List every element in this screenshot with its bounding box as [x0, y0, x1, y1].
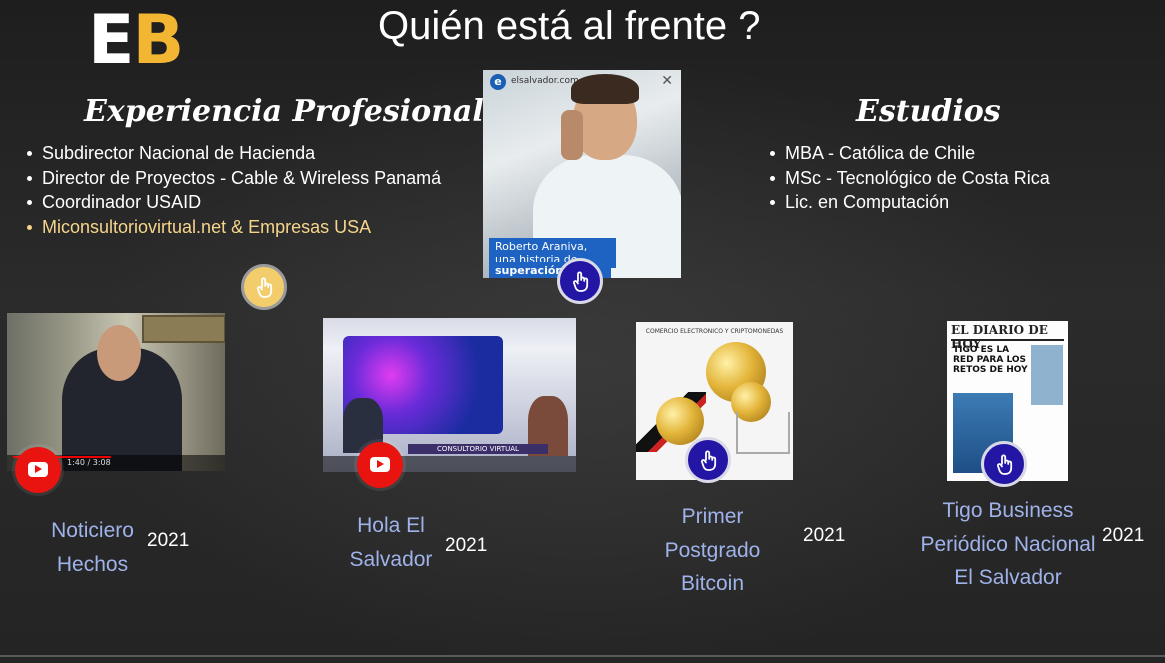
- media-year: 2021: [1102, 525, 1145, 546]
- studies-item: MSc - Tecnológico de Costa Rica: [767, 166, 1050, 191]
- bitcoin-coin-icon: [656, 397, 704, 445]
- experience-item-link[interactable]: Miconsultoriovirtual.net & Empresas USA: [24, 215, 441, 240]
- masthead-rule: [951, 339, 1064, 341]
- tap-icon[interactable]: [557, 258, 603, 304]
- media-caption-bitcoin: Primer Postgrado Bitcoin: [664, 505, 761, 595]
- bottom-divider: [0, 655, 1165, 657]
- profile-phone: [561, 110, 583, 160]
- media-year: 2021: [445, 535, 488, 556]
- studies-list: MBA - Católica de Chile MSc - Tecnológic…: [767, 141, 1050, 215]
- experience-list: Subdirector Nacional de Hacienda Directo…: [24, 141, 441, 239]
- tap-icon[interactable]: [685, 437, 731, 483]
- tap-icon[interactable]: [241, 264, 287, 310]
- hola-video-thumbnail[interactable]: CONSULTORIO VIRTUAL: [323, 318, 576, 472]
- experience-heading: Experiencia Profesional: [84, 94, 484, 129]
- studies-item: Lic. en Computación: [767, 190, 1050, 215]
- wall-frame: [142, 315, 225, 343]
- media-caption-noticiero: Noticiero Hechos: [51, 519, 134, 576]
- tap-icon[interactable]: [981, 441, 1027, 487]
- close-icon[interactable]: ✕: [661, 73, 673, 89]
- eb-logo: EB: [88, 1, 184, 80]
- experience-item: Subdirector Nacional de Hacienda: [24, 141, 441, 166]
- profile-site: elsalvador.com: [511, 76, 579, 86]
- studies-heading: Estudios: [856, 94, 1001, 129]
- course-header: COMERCIO ELECTRONICO Y CRIPTOMONEDAS: [645, 328, 784, 335]
- newspaper-headline: TIGO ES LA RED PARA LOS RETOS DE HOY: [953, 345, 1028, 375]
- show-banner: CONSULTORIO VIRTUAL: [408, 444, 548, 454]
- studies-item: MBA - Católica de Chile: [767, 141, 1050, 166]
- newspaper-sidebar-photo: [1031, 345, 1063, 405]
- elsalvador-logo-icon: e: [490, 74, 506, 90]
- media-year: 2021: [147, 530, 190, 551]
- media-caption-hola: Hola El Salvador: [349, 514, 433, 571]
- youtube-icon[interactable]: [357, 442, 403, 488]
- video-time: 1:40 / 3:08: [67, 458, 111, 467]
- shopping-cart-icon: [736, 412, 790, 454]
- experience-item: Director de Proyectos - Cable & Wireless…: [24, 166, 441, 191]
- profile-photo-card[interactable]: e elsalvador.com ✕ Roberto Araniva, una …: [483, 70, 681, 278]
- experience-item: Coordinador USAID: [24, 190, 441, 215]
- slide-title: Quién está al frente ?: [378, 4, 761, 48]
- youtube-icon[interactable]: [15, 447, 61, 493]
- media-caption-tigo: Tigo Business Periódico Nacional El Salvad…: [920, 499, 1096, 589]
- presenter-head: [97, 325, 141, 381]
- media-year: 2021: [803, 525, 846, 546]
- profile-topbar: e elsalvador.com ✕: [483, 70, 681, 92]
